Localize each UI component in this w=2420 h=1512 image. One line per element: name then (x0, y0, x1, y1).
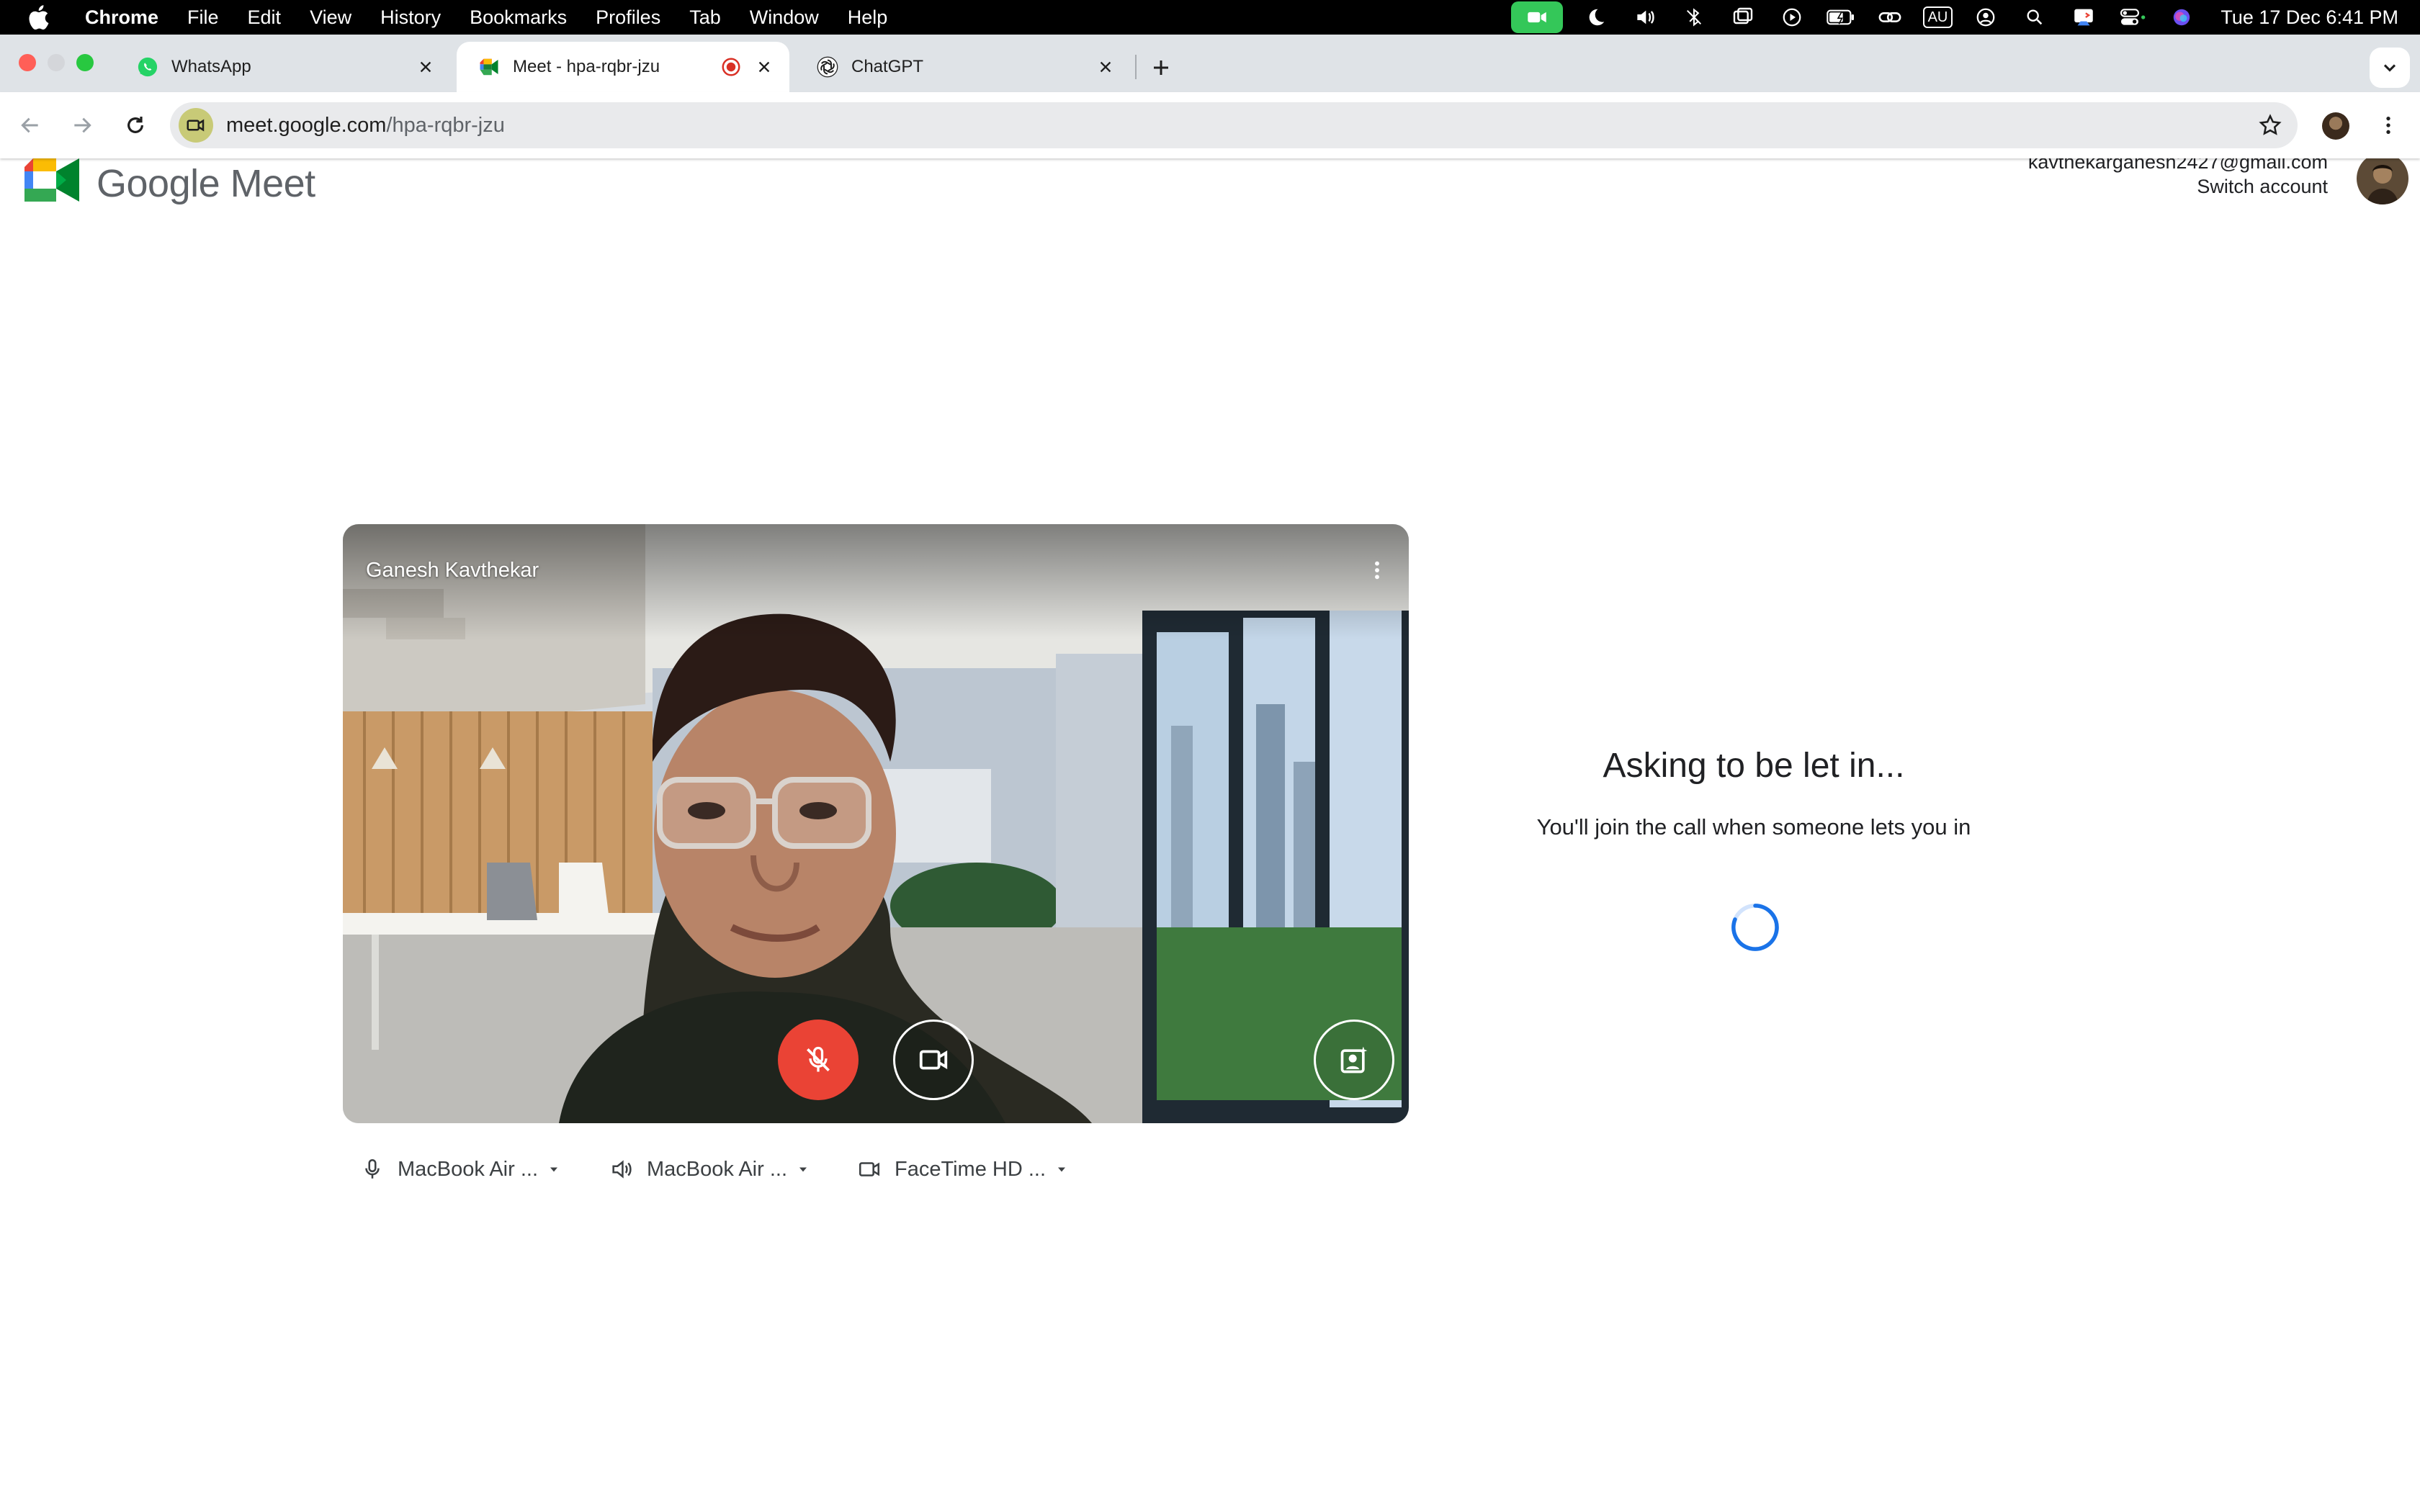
screen-share-icon[interactable] (2068, 4, 2099, 30)
reload-button[interactable] (115, 105, 156, 145)
user-icon[interactable] (1970, 4, 2002, 30)
back-button[interactable] (10, 105, 50, 145)
meet-brand-title: Google Meet (97, 162, 315, 205)
caret-down-icon (550, 1167, 558, 1172)
speaker-selector[interactable]: MacBook Air ... (609, 1148, 810, 1191)
browser-toolbar: meet.google.com/hpa-rqbr-jzu (0, 92, 2420, 158)
chatgpt-icon (817, 56, 838, 78)
virtual-background-image (343, 524, 1409, 1123)
apple-menu-icon[interactable] (24, 2, 55, 32)
recording-indicator-icon (720, 56, 742, 78)
address-bar[interactable]: meet.google.com/hpa-rqbr-jzu (170, 102, 2298, 148)
whatsapp-icon (137, 56, 158, 78)
more-vertical-icon (2386, 117, 2390, 134)
menu-bar-clock[interactable]: Tue 17 Dec 6:41 PM (2220, 6, 2398, 29)
input-source-indicator[interactable]: AU (1922, 6, 1953, 28)
menu-bar-status-area: AU Tue 17 Dec 6:41 PM (1510, 0, 2398, 35)
spotlight-search-icon[interactable] (2019, 4, 2051, 30)
switch-account-link[interactable]: Switch account (2197, 176, 2328, 198)
microphone-selector[interactable]: MacBook Air ... (360, 1148, 561, 1191)
visual-effects-button[interactable] (1314, 1020, 1394, 1100)
menu-window[interactable]: Window (735, 0, 833, 35)
menu-history[interactable]: History (366, 0, 455, 35)
link-icon[interactable] (1874, 4, 1906, 30)
microphone-icon (365, 1158, 380, 1179)
join-status-title: Asking to be let in... (1603, 747, 1905, 785)
menu-file[interactable]: File (173, 0, 233, 35)
self-view-preview: Ganesh Kavthekar (343, 524, 1409, 1123)
tab-meet[interactable]: Meet - hpa-rqbr-jzu (457, 42, 789, 92)
background-effects-icon (1340, 1046, 1368, 1074)
camera-icon (859, 1162, 880, 1176)
bookmark-star-icon[interactable] (2256, 111, 2285, 140)
account-avatar[interactable] (2357, 153, 2408, 204)
meet-header: Google Meet kavthekarganesh2427@gmail.co… (0, 151, 2420, 209)
menu-view[interactable]: View (295, 0, 366, 35)
url-text[interactable]: meet.google.com/hpa-rqbr-jzu (226, 102, 505, 148)
arrow-right-icon (74, 117, 91, 133)
camera-selector[interactable]: FaceTime HD ... (857, 1148, 1069, 1191)
arrow-left-icon (21, 117, 38, 133)
loading-spinner-icon (1731, 904, 1779, 951)
battery-icon[interactable] (1825, 4, 1857, 30)
close-tab-icon[interactable] (752, 55, 776, 79)
tab-whatsapp[interactable]: WhatsApp (115, 42, 451, 92)
participant-name: Ganesh Kavthekar (366, 559, 539, 582)
site-info-icon[interactable] (179, 108, 213, 143)
camera-selector-label: FaceTime HD ... (895, 1157, 1047, 1181)
google-meet-icon (478, 56, 500, 78)
preview-more-options-button[interactable] (1363, 550, 1392, 590)
tab-title: Meet - hpa-rqbr-jzu (513, 57, 660, 76)
speaker-icon (612, 1160, 632, 1179)
bluetooth-icon[interactable] (1678, 4, 1710, 30)
menu-bar-left: Chrome File Edit View History Bookmarks … (0, 0, 902, 35)
screen-mirroring-icon[interactable] (1727, 4, 1759, 30)
menu-tab[interactable]: Tab (675, 0, 735, 35)
window-minimize-button[interactable] (48, 54, 65, 71)
menu-app-name[interactable]: Chrome (71, 0, 173, 35)
more-vertical-icon (1375, 561, 1379, 580)
tab-title: WhatsApp (171, 57, 251, 76)
play-icon[interactable] (1776, 4, 1808, 30)
join-status-subtitle: You'll join the call when someone lets y… (1536, 814, 1971, 840)
new-tab-button[interactable] (1141, 48, 1181, 88)
menu-edit[interactable]: Edit (233, 0, 296, 35)
toggle-microphone-button[interactable] (778, 1020, 859, 1100)
forward-button[interactable] (62, 105, 102, 145)
tab-separator (1135, 55, 1137, 79)
browser-tab-strip: WhatsApp Meet - hpa-rqbr-jzu ChatGPT (0, 35, 2420, 92)
menu-bookmarks[interactable]: Bookmarks (455, 0, 581, 35)
video-camera-icon (919, 1050, 948, 1070)
microphone-selector-label: MacBook Air ... (398, 1157, 539, 1181)
volume-icon[interactable] (1629, 4, 1661, 30)
url-path: /hpa-rqbr-jzu (386, 114, 505, 137)
url-host: meet.google.com (226, 114, 387, 137)
speaker-selector-label: MacBook Air ... (647, 1157, 788, 1181)
join-status-panel: Asking to be let in... You'll join the c… (1498, 746, 2009, 951)
chevron-down-icon (2383, 64, 2396, 72)
toggle-camera-button[interactable] (893, 1020, 974, 1100)
control-center-icon[interactable] (2117, 4, 2148, 30)
menu-profiles[interactable]: Profiles (581, 0, 675, 35)
close-tab-icon[interactable] (413, 55, 438, 79)
tab-search-button[interactable] (2370, 48, 2410, 88)
plus-icon (1154, 60, 1168, 75)
window-zoom-button[interactable] (76, 54, 94, 71)
caret-down-icon (1058, 1167, 1066, 1172)
macos-menu-bar: Chrome File Edit View History Bookmarks … (0, 0, 2420, 35)
caret-down-icon (799, 1167, 807, 1172)
moon-icon[interactable] (1580, 4, 1612, 30)
window-close-button[interactable] (19, 54, 36, 71)
tab-chatgpt[interactable]: ChatGPT (795, 42, 1131, 92)
profile-avatar[interactable] (2322, 112, 2349, 140)
siri-icon[interactable] (2166, 4, 2197, 30)
reload-icon (127, 117, 143, 133)
browser-menu-button[interactable] (2374, 105, 2403, 145)
microphone-off-icon (807, 1046, 830, 1072)
tab-title: ChatGPT (851, 57, 924, 76)
close-tab-icon[interactable] (1093, 55, 1118, 79)
facetime-camera-icon[interactable] (1510, 1, 1563, 33)
menu-help[interactable]: Help (833, 0, 902, 35)
google-meet-logo-icon (24, 158, 79, 202)
